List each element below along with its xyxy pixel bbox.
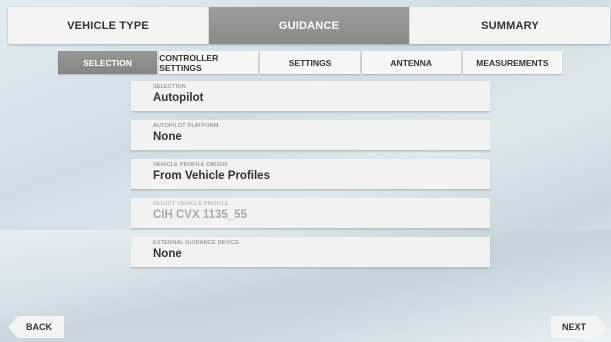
top-tab-bar: VEHICLE TYPE GUIDANCE SUMMARY (8, 7, 610, 44)
field-label: AUTOPILOT PLATFORM (153, 123, 219, 129)
field-value: Autopilot (153, 92, 204, 104)
tab-summary[interactable]: SUMMARY (410, 7, 610, 44)
selection-field[interactable]: SELECTION Autopilot (131, 81, 490, 112)
settings-form: SELECTION Autopilot AUTOPILOT PLATFORM N… (131, 81, 490, 276)
select-vehicle-profile-field: SELECT VEHICLE PROFILE CIH CVX 1135_55 (131, 198, 490, 229)
field-label: VEHICLE PROFILE ORIGIN (153, 162, 228, 168)
back-button[interactable]: BACK (8, 316, 64, 338)
field-label: SELECT VEHICLE PROFILE (153, 201, 229, 207)
vehicle-profile-origin-field[interactable]: VEHICLE PROFILE ORIGIN From Vehicle Prof… (131, 159, 490, 190)
field-label: EXTERNAL GUIDANCE DEVICE (153, 240, 240, 246)
tab-guidance[interactable]: GUIDANCE (209, 7, 410, 44)
field-label: SELECTION (153, 84, 186, 90)
tab-vehicle-type[interactable]: VEHICLE TYPE (8, 7, 209, 44)
field-value: From Vehicle Profiles (153, 170, 270, 182)
external-guidance-device-field[interactable]: EXTERNAL GUIDANCE DEVICE None (131, 237, 490, 268)
sub-tab-bar: SELECTION CONTROLLER SETTINGS SETTINGS A… (58, 51, 563, 74)
field-value: None (153, 131, 182, 143)
subtab-measurements[interactable]: MEASUREMENTS (462, 51, 563, 74)
next-button[interactable]: NEXT (551, 316, 607, 338)
subtab-controller-settings[interactable]: CONTROLLER SETTINGS (159, 51, 259, 74)
subtab-antenna[interactable]: ANTENNA (361, 51, 461, 74)
subtab-settings[interactable]: SETTINGS (260, 51, 360, 74)
field-value: CIH CVX 1135_55 (153, 209, 247, 221)
field-value: None (153, 248, 182, 260)
subtab-selection[interactable]: SELECTION (58, 51, 158, 74)
autopilot-platform-field[interactable]: AUTOPILOT PLATFORM None (131, 120, 490, 151)
